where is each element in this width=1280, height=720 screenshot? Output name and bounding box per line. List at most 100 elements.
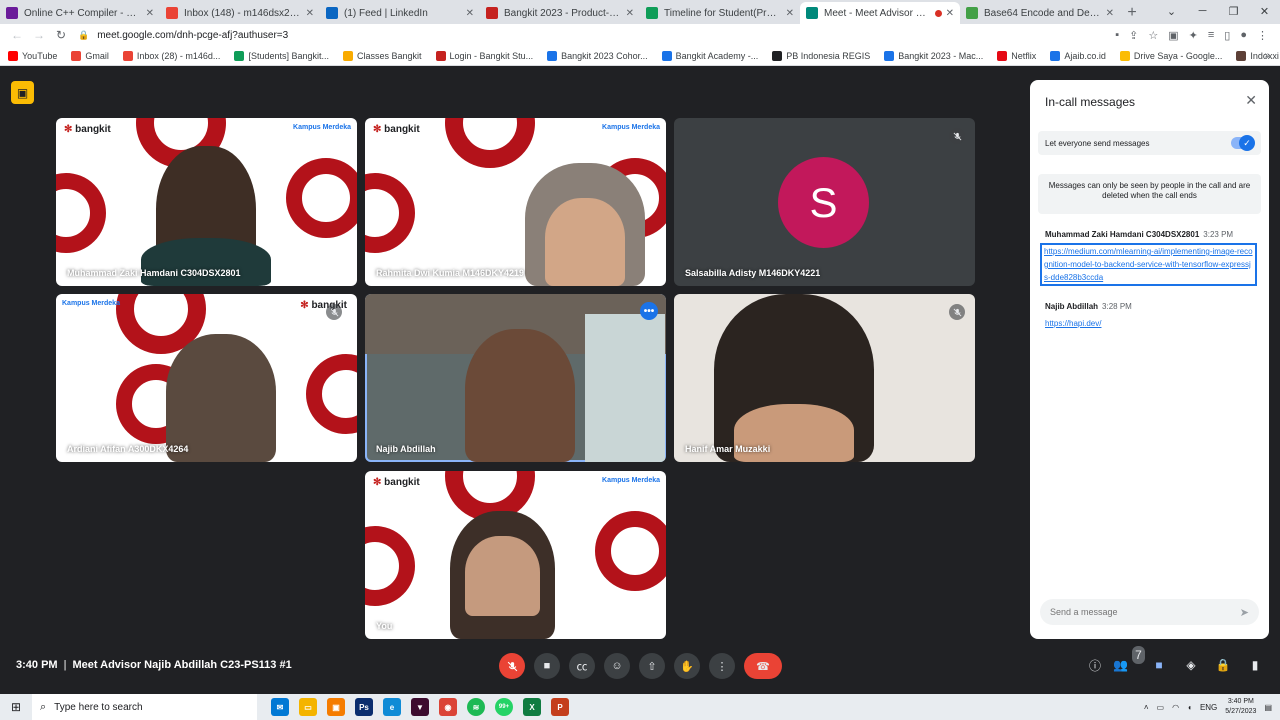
emoji-icon[interactable]: ☺ bbox=[604, 653, 630, 679]
close-tab-icon[interactable]: ✕ bbox=[466, 8, 474, 19]
background-pattern bbox=[56, 173, 106, 253]
close-tab-icon[interactable]: ✕ bbox=[786, 8, 794, 19]
participant-tile[interactable]: S Salsabilla Adisty M146DKY4221 bbox=[674, 118, 975, 286]
raise-hand-icon[interactable]: ✋ bbox=[674, 653, 700, 679]
browser-tab[interactable]: (1) Feed | LinkedIn ✕ bbox=[320, 2, 480, 24]
people-icon[interactable]: 👥 7 bbox=[1113, 646, 1145, 674]
browser-tab-active[interactable]: Meet - Meet Advisor Najib ✕ bbox=[800, 2, 960, 24]
back-icon[interactable]: ← bbox=[6, 28, 28, 42]
bookmark-item[interactable]: Login - Bangkit Stu... bbox=[435, 50, 533, 61]
close-tab-icon[interactable]: ✕ bbox=[626, 8, 634, 19]
app-icon[interactable]: ▣ bbox=[327, 698, 345, 716]
browser-tab[interactable]: Base64 Encode and Decode - O ✕ bbox=[960, 2, 1120, 24]
host-controls-icon[interactable]: ▣ bbox=[11, 81, 34, 104]
close-tab-icon[interactable]: ✕ bbox=[1106, 8, 1114, 19]
bookmark-item[interactable]: Bangkit 2023 Cohor... bbox=[547, 50, 648, 61]
captions-icon[interactable]: ㏄ bbox=[569, 653, 595, 679]
close-icon[interactable]: ✕ bbox=[1245, 92, 1257, 109]
bookmark-item[interactable]: Classes Bangkit bbox=[343, 50, 422, 61]
bookmark-item[interactable]: [Students] Bangkit... bbox=[234, 50, 329, 61]
file-explorer-icon[interactable]: ▭ bbox=[299, 698, 317, 716]
leave-call-icon[interactable]: ☎ bbox=[744, 653, 782, 679]
more-options-icon[interactable]: ⋮ bbox=[709, 653, 735, 679]
close-tab-icon[interactable]: ✕ bbox=[306, 8, 314, 19]
bookmark-item[interactable]: Bangkit 2023 - Mac... bbox=[884, 50, 983, 61]
participant-video bbox=[141, 238, 271, 286]
side-panel-icon[interactable]: ▯ bbox=[1224, 29, 1230, 42]
restore-icon[interactable]: ❐ bbox=[1218, 0, 1249, 22]
bookmark-item[interactable]: Drive Saya - Google... bbox=[1119, 50, 1222, 61]
powerpoint-icon[interactable]: P bbox=[551, 698, 569, 716]
notifications-icon[interactable]: ▤ bbox=[1264, 703, 1272, 712]
allow-messages-toggle[interactable]: ✓ bbox=[1231, 135, 1255, 151]
chat-message: Najib Abdillah 3:28 PM https://hapi.dev/ bbox=[1045, 302, 1255, 330]
close-window-icon[interactable]: ✕ bbox=[1249, 0, 1280, 22]
participant-tile[interactable]: Hanif Amar Muzakki bbox=[674, 294, 975, 462]
reading-list-icon[interactable]: ≡ bbox=[1208, 29, 1214, 42]
bookmark-item[interactable]: Gmail bbox=[71, 50, 109, 61]
edge-icon[interactable]: e bbox=[383, 698, 401, 716]
bookmark-star-icon[interactable]: ☆ bbox=[1148, 29, 1158, 42]
camera-icon[interactable]: ■ bbox=[534, 653, 560, 679]
photoshop-icon[interactable]: Ps bbox=[355, 698, 373, 716]
browser-tab[interactable]: Online C++ Compiler - online e ✕ bbox=[0, 2, 160, 24]
share-icon[interactable]: ⇪ bbox=[1129, 29, 1138, 42]
windows-start-icon[interactable]: ⊞ bbox=[0, 700, 32, 714]
extension-icon[interactable]: ▣ bbox=[1168, 29, 1178, 42]
extensions-puzzle-icon[interactable]: ✦ bbox=[1189, 29, 1198, 42]
menu-kebab-icon[interactable]: ⋮ bbox=[1257, 29, 1268, 42]
premiere-icon[interactable]: ▼ bbox=[411, 698, 429, 716]
bookmark-item[interactable]: Bangkit Academy -... bbox=[661, 50, 758, 61]
spotify-icon[interactable]: ≋ bbox=[467, 698, 485, 716]
reload-icon[interactable]: ↻ bbox=[50, 28, 72, 42]
forward-icon[interactable]: → bbox=[28, 28, 50, 42]
microphone-off-icon[interactable] bbox=[499, 653, 525, 679]
whatsapp-icon[interactable]: 99+ bbox=[495, 698, 513, 716]
message-link[interactable]: https://medium.com/mlearning-ai/implemen… bbox=[1040, 243, 1257, 286]
camera-in-use-icon[interactable]: ▪ bbox=[1115, 29, 1119, 42]
close-tab-icon[interactable]: ✕ bbox=[146, 8, 154, 19]
participant-tile[interactable]: ✻ bangkit Kampus Merdeka Ardiani Afifan … bbox=[56, 294, 357, 462]
bookmarks-overflow-icon[interactable]: » bbox=[1264, 50, 1270, 61]
close-tab-icon[interactable]: ✕ bbox=[946, 8, 954, 19]
bookmark-item[interactable]: Inbox (28) - m146d... bbox=[122, 50, 220, 61]
browser-tab[interactable]: Bangkit 2023 - Product-Based ✕ bbox=[480, 2, 640, 24]
browser-tab[interactable]: Inbox (148) - m146dsx2340@ba ✕ bbox=[160, 2, 320, 24]
show-hidden-icons-icon[interactable]: ˄ bbox=[1144, 703, 1149, 712]
chat-icon[interactable]: ■ bbox=[1150, 656, 1168, 674]
new-tab-icon[interactable]: + bbox=[1120, 2, 1144, 24]
bookmark-item[interactable]: Indoxxi - Situs Nont... bbox=[1236, 50, 1280, 61]
lock-icon[interactable]: 🔒 bbox=[78, 30, 89, 41]
excel-icon[interactable]: X bbox=[523, 698, 541, 716]
minimize-icon[interactable]: ─ bbox=[1187, 0, 1218, 22]
participant-tile[interactable]: ✻ bangkit Kampus Merdeka Rahmita Dwi Kum… bbox=[365, 118, 666, 286]
present-screen-icon[interactable]: ⇧ bbox=[639, 653, 665, 679]
participant-tile-self[interactable]: ✻ bangkit Kampus Merdeka You bbox=[365, 471, 666, 639]
bookmark-item[interactable]: Ajaib.co.id bbox=[1050, 50, 1106, 61]
participant-tile[interactable]: ✻ bangkit Kampus Merdeka Muhammad Zaki H… bbox=[56, 118, 357, 286]
url-field[interactable]: 🔒 meet.google.com/dnh-pcge-afj?authuser=… bbox=[72, 26, 1115, 44]
chrome-icon[interactable]: ◉ bbox=[439, 698, 457, 716]
wifi-icon[interactable]: ◠ bbox=[1172, 703, 1179, 712]
activities-icon[interactable]: ◈ bbox=[1182, 656, 1200, 674]
language-indicator[interactable]: ENG bbox=[1200, 703, 1217, 712]
profile-avatar-icon[interactable]: ● bbox=[1240, 29, 1247, 42]
meeting-details-icon[interactable]: ⓘ bbox=[1086, 656, 1104, 674]
mail-icon[interactable]: ✉ bbox=[271, 698, 289, 716]
tab-search-icon[interactable]: ⌄ bbox=[1156, 0, 1187, 22]
bookmark-item[interactable]: PB Indonesia REGIS bbox=[772, 50, 870, 61]
send-icon[interactable]: ➤ bbox=[1240, 606, 1249, 619]
message-input[interactable] bbox=[1050, 607, 1240, 617]
browser-tab[interactable]: Timeline for Student(Product C ✕ bbox=[640, 2, 800, 24]
more-options-icon[interactable]: ••• bbox=[640, 302, 658, 320]
background-pattern bbox=[286, 158, 357, 238]
bookmark-item[interactable]: Netflix bbox=[997, 50, 1036, 61]
participant-tile-active-speaker[interactable]: ••• Najib Abdillah bbox=[365, 294, 666, 462]
bookmark-item[interactable]: YouTube bbox=[8, 50, 57, 61]
system-clock[interactable]: 3:40 PM 5/27/2023 bbox=[1225, 697, 1256, 717]
message-link[interactable]: https://hapi.dev/ bbox=[1045, 317, 1255, 330]
volume-icon[interactable]: ◖ bbox=[1187, 703, 1192, 712]
battery-icon[interactable]: ▭ bbox=[1157, 703, 1165, 712]
host-controls-lock-icon[interactable]: 🔒 bbox=[1214, 656, 1232, 674]
taskbar-search[interactable]: ⌕ Type here to search bbox=[32, 694, 257, 720]
